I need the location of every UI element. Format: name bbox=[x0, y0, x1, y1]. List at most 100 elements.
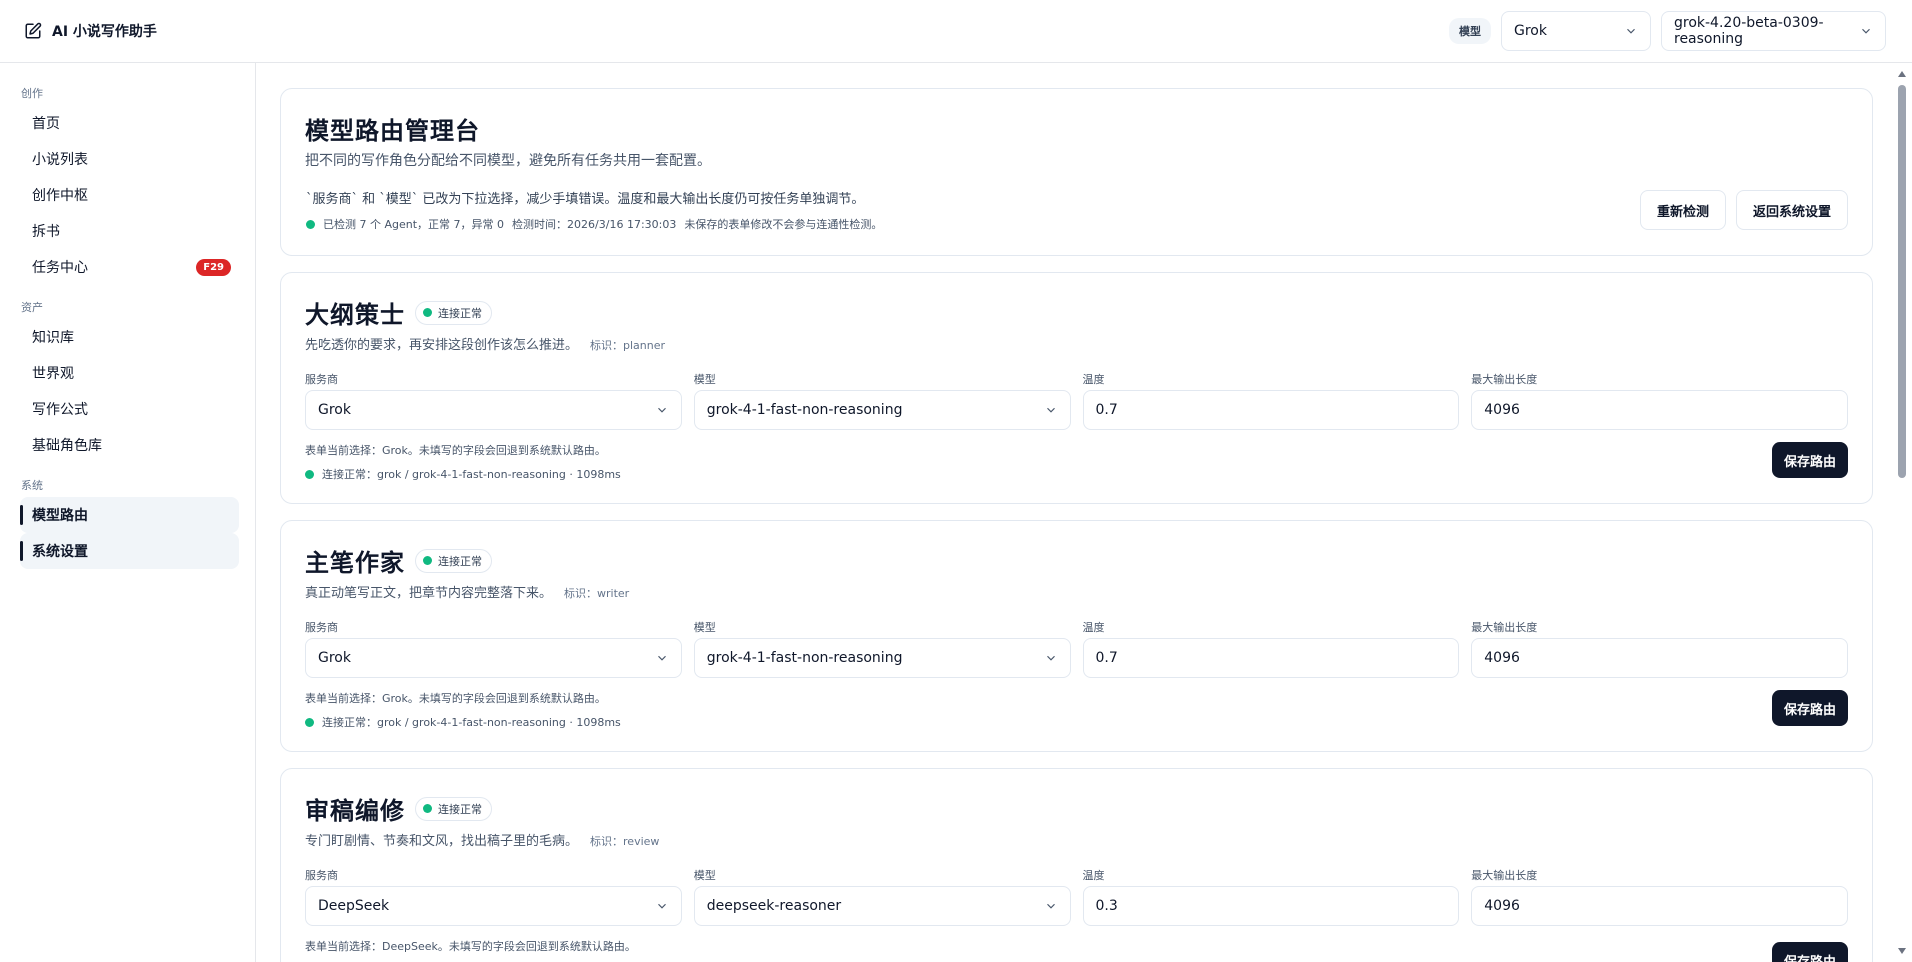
nav-group-title: 创作 bbox=[21, 87, 43, 100]
chevron-down-icon bbox=[1862, 28, 1870, 34]
main-content: 模型路由管理台 把不同的写作角色分配给不同模型，避免所有任务共用一套配置。 `服… bbox=[257, 63, 1893, 962]
nav-group-title: 资产 bbox=[21, 301, 43, 314]
max-tokens-input[interactable]: 4096 bbox=[1471, 638, 1848, 678]
field-label: 模型 bbox=[693, 621, 716, 634]
scroll-up-arrow-icon[interactable] bbox=[1898, 71, 1906, 77]
max-tokens-value: 4096 bbox=[1484, 402, 1520, 418]
chevron-down-icon bbox=[657, 903, 666, 909]
model-value: deepseek-reasoner bbox=[706, 898, 842, 914]
agent-title: 主笔作家 bbox=[305, 549, 405, 577]
form-hint: 表单当前选择：Grok。未填写的字段会回退到系统默认路由。 bbox=[305, 692, 606, 705]
model-value: grok-4-1-fast-non-reasoning bbox=[706, 650, 903, 666]
model-value: grok-4-1-fast-non-reasoning bbox=[706, 402, 903, 418]
check-time: 检测时间：2026/3/16 17:30:03 bbox=[512, 218, 677, 231]
check-summary: 已检测 7 个 Agent，正常 7，异常 0 bbox=[323, 218, 505, 231]
field-label: 服务商 bbox=[305, 869, 338, 882]
max-tokens-input[interactable]: 4096 bbox=[1471, 390, 1848, 430]
temperature-input[interactable]: 0.3 bbox=[1082, 886, 1460, 926]
status-badge: 连接正常 bbox=[415, 796, 492, 821]
model-select[interactable]: grok-4-1-fast-non-reasoning bbox=[693, 638, 1071, 678]
field-label: 温度 bbox=[1082, 869, 1105, 882]
status-badge: 连接正常 bbox=[415, 548, 492, 573]
check-note: 未保存的表单修改不会参与连通性检测。 bbox=[684, 218, 883, 231]
field-label: 温度 bbox=[1082, 621, 1105, 634]
sidebar-item-label: 系统设置 bbox=[32, 544, 88, 560]
temperature-input[interactable]: 0.7 bbox=[1082, 390, 1460, 430]
sidebar-item-model-routing[interactable]: 模型路由 bbox=[20, 497, 239, 533]
chevron-down-icon bbox=[1046, 407, 1055, 413]
sidebar-item-characters[interactable]: 基础角色库 bbox=[20, 427, 239, 463]
chevron-down-icon bbox=[1627, 28, 1635, 34]
sidebar-item-label: 拆书 bbox=[32, 224, 60, 240]
scroll-down-arrow-icon[interactable] bbox=[1898, 948, 1906, 954]
agent-description: 先吃透你的要求，再安排这段创作该怎么推进。 bbox=[305, 338, 579, 353]
status-ok-dot-icon bbox=[305, 717, 314, 727]
page-title: 模型路由管理台 bbox=[305, 117, 480, 145]
sidebar-item-book-analysis[interactable]: 拆书 bbox=[20, 213, 239, 249]
connection-text: 连接正常：grok / grok-4-1-fast-non-reasoning … bbox=[322, 468, 621, 481]
back-to-settings-button[interactable]: 返回系统设置 bbox=[1735, 190, 1848, 230]
top-bar: AI 小说写作助手 模型 Grok grok-4.20-beta-0309-re… bbox=[0, 0, 1912, 63]
provider-select[interactable]: Grok bbox=[1501, 11, 1651, 51]
sidebar-item-settings[interactable]: 系统设置 bbox=[20, 533, 239, 569]
max-tokens-value: 4096 bbox=[1484, 898, 1520, 914]
sidebar-item-label: 首页 bbox=[32, 116, 60, 132]
provider-select-value: Grok bbox=[1514, 23, 1547, 39]
field-label: 最大输出长度 bbox=[1471, 869, 1538, 882]
model-select[interactable]: grok-4.20-beta-0309-reasoning bbox=[1661, 11, 1886, 51]
edit-icon bbox=[25, 22, 42, 39]
model-tag: 模型 bbox=[1449, 18, 1491, 44]
scroll-thumb[interactable] bbox=[1898, 85, 1906, 478]
sidebar-item-knowledge[interactable]: 知识库 bbox=[20, 319, 239, 355]
provider-select[interactable]: DeepSeek bbox=[305, 886, 682, 926]
field-label: 最大输出长度 bbox=[1471, 621, 1538, 634]
sidebar-item-label: 写作公式 bbox=[32, 402, 88, 418]
status-badge: 连接正常 bbox=[415, 300, 492, 325]
sidebar-item-novels[interactable]: 小说列表 bbox=[20, 141, 239, 177]
status-ok-dot-icon bbox=[423, 556, 432, 565]
field-label: 模型 bbox=[693, 373, 716, 386]
form-hint: 表单当前选择：DeepSeek。未填写的字段会回退到系统默认路由。 bbox=[305, 940, 636, 953]
max-tokens-input[interactable]: 4096 bbox=[1471, 886, 1848, 926]
sidebar-item-formulas[interactable]: 写作公式 bbox=[20, 391, 239, 427]
model-select[interactable]: grok-4-1-fast-non-reasoning bbox=[693, 390, 1071, 430]
sidebar-item-world[interactable]: 世界观 bbox=[20, 355, 239, 391]
sidebar-item-label: 创作中枢 bbox=[32, 188, 88, 204]
max-tokens-value: 4096 bbox=[1484, 650, 1520, 666]
sidebar-item-hub[interactable]: 创作中枢 bbox=[20, 177, 239, 213]
provider-select[interactable]: Grok bbox=[305, 390, 682, 430]
notice-text: `服务商` 和 `模型` 已改为下拉选择，减少手填错误。温度和最大输出长度仍可按… bbox=[306, 192, 865, 207]
temperature-input[interactable]: 0.7 bbox=[1082, 638, 1460, 678]
chevron-down-icon bbox=[1046, 903, 1055, 909]
app-brand[interactable]: AI 小说写作助手 bbox=[24, 21, 157, 41]
model-select[interactable]: deepseek-reasoner bbox=[693, 886, 1071, 926]
sidebar-item-tasks[interactable]: 任务中心 F29 bbox=[20, 249, 239, 285]
chevron-down-icon bbox=[657, 407, 666, 413]
check-status-line: 已检测 7 个 Agent，正常 7，异常 0 检测时间：2026/3/16 1… bbox=[306, 216, 882, 232]
connection-line: 连接正常：grok / grok-4-1-fast-non-reasoning … bbox=[305, 714, 1848, 730]
save-route-button[interactable]: 保存路由 bbox=[1771, 942, 1848, 962]
save-route-button[interactable]: 保存路由 bbox=[1771, 442, 1848, 478]
field-label: 温度 bbox=[1082, 373, 1105, 386]
provider-select[interactable]: Grok bbox=[305, 638, 682, 678]
recheck-button[interactable]: 重新检测 bbox=[1639, 190, 1726, 230]
sidebar: 创作 首页 小说列表 创作中枢 拆书 任务中心 F29 资产 知识库 世界观 写… bbox=[0, 63, 256, 962]
agent-tag: 标识：planner bbox=[590, 339, 666, 352]
save-route-button[interactable]: 保存路由 bbox=[1771, 690, 1848, 726]
main-scrollbar[interactable] bbox=[1897, 63, 1908, 962]
agent-description: 专门盯剧情、节奏和文风，找出稿子里的毛病。 bbox=[305, 834, 579, 849]
provider-value: Grok bbox=[318, 402, 351, 418]
temperature-value: 0.7 bbox=[1095, 402, 1118, 418]
agent-description: 真正动笔写正文，把章节内容完整落下来。 bbox=[305, 586, 553, 601]
routing-header-card: 模型路由管理台 把不同的写作角色分配给不同模型，避免所有任务共用一套配置。 `服… bbox=[280, 88, 1873, 256]
sidebar-item-label: 小说列表 bbox=[32, 152, 88, 168]
field-label: 最大输出长度 bbox=[1471, 373, 1538, 386]
sidebar-item-label: 知识库 bbox=[32, 330, 74, 346]
sidebar-item-home[interactable]: 首页 bbox=[20, 105, 239, 141]
provider-value: Grok bbox=[318, 650, 351, 666]
agent-card-review: 审稿编修 连接正常 专门盯剧情、节奏和文风，找出稿子里的毛病。 标识：revie… bbox=[280, 768, 1873, 962]
status-label: 连接正常 bbox=[438, 306, 482, 320]
app-title: AI 小说写作助手 bbox=[52, 24, 157, 40]
agent-card-planner: 大纲策士 连接正常 先吃透你的要求，再安排这段创作该怎么推进。 标识：plann… bbox=[280, 272, 1873, 504]
status-ok-dot-icon bbox=[305, 469, 314, 479]
